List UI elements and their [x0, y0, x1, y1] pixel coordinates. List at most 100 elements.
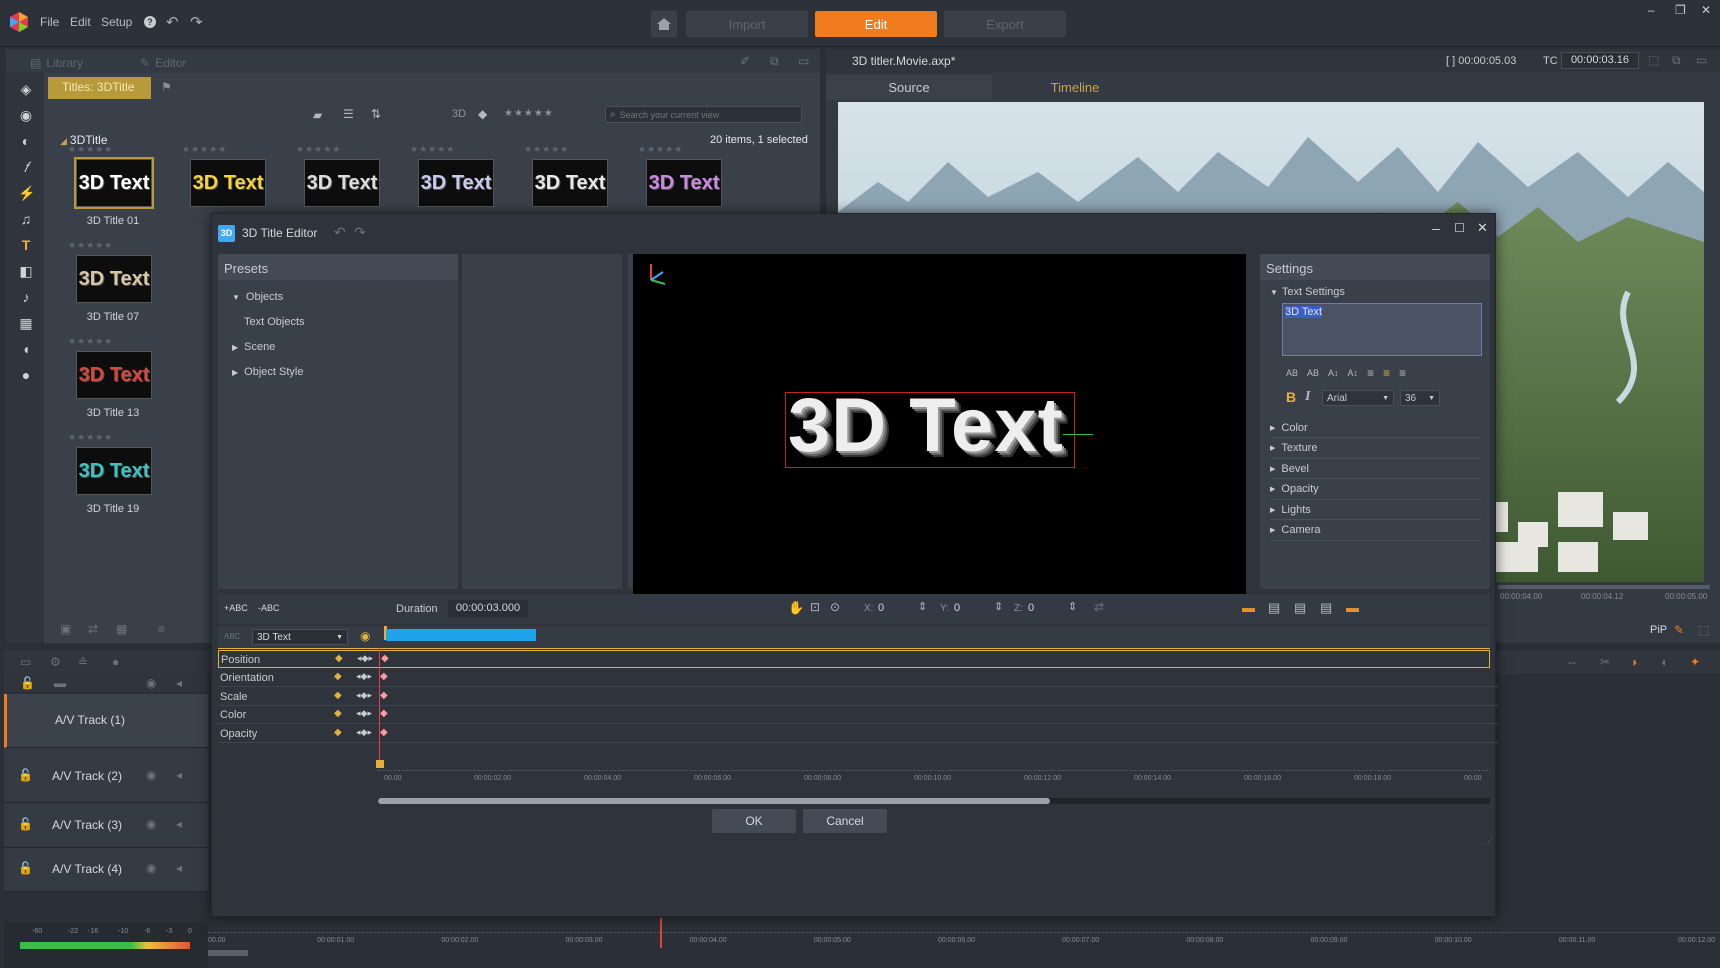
panel-menu-icon[interactable]: ▭ — [798, 54, 809, 68]
export-mode-button[interactable]: Export — [944, 11, 1066, 37]
effects-icon[interactable]: 𝑓 — [18, 159, 34, 175]
audio-icon[interactable]: ◖ — [18, 341, 34, 357]
y-stepper-icon[interactable]: ⇕ — [994, 600, 1003, 613]
timeline-tools-icon[interactable]: ≗ — [78, 655, 88, 669]
title-thumbnail[interactable]: ★★★★★ 3D Text 3D Title 13 — [68, 336, 158, 419]
settings-group-opacity[interactable]: ▶ Opacity — [1270, 480, 1482, 500]
layer-action-3-icon[interactable]: ▤ — [1294, 600, 1306, 616]
rating-stars[interactable]: ★★★★★ — [68, 144, 158, 155]
import-mode-button[interactable]: Import — [686, 11, 808, 37]
layer-select[interactable]: 3D Text ▼ — [252, 629, 348, 645]
track-list-icon[interactable]: ▬ — [54, 676, 66, 690]
keyframe-playhead[interactable] — [379, 648, 380, 760]
tag-icon[interactable]: ◆ — [478, 107, 487, 121]
align-center-icon[interactable]: ≡ — [1383, 366, 1390, 380]
track-mute-icon[interactable]: ◂ — [176, 861, 182, 875]
timecode-field[interactable]: 00:00:03.16 — [1561, 52, 1639, 69]
keyframe-marker-icon[interactable]: ◆ — [380, 708, 388, 719]
x-axis-handle[interactable] — [1063, 434, 1093, 435]
keyframe-marker-icon[interactable]: ◆ — [380, 690, 388, 701]
keyframe-scrollbar-track[interactable] — [378, 798, 1490, 804]
text-settings-section[interactable]: ▼ Text Settings — [1270, 286, 1345, 298]
magnet-icon[interactable]: ◑ — [1630, 655, 1637, 669]
duration-field[interactable]: 00:00:03.000 — [448, 600, 528, 617]
sound-effects-icon[interactable]: ♪ — [18, 289, 34, 305]
preset-object-style[interactable]: ▶ Object Style — [232, 366, 303, 378]
keyframe-scrollbar-thumb[interactable] — [378, 798, 1050, 804]
keyframe-marker-icon[interactable]: ◆ — [381, 653, 389, 664]
visibility-all-icon[interactable]: ◉ — [146, 676, 156, 690]
keyframe-row-scale[interactable]: Scale ◆ ◂◆▸ ◆ — [218, 688, 1498, 706]
z-stepper-icon[interactable]: ⇕ — [1068, 600, 1077, 613]
tab-library[interactable]: ▤ Library — [30, 53, 83, 73]
tab-source[interactable]: Source — [826, 75, 992, 100]
rating-stars[interactable]: ★★★★★ — [68, 336, 158, 347]
ok-button[interactable]: OK — [712, 809, 796, 833]
sort-icon[interactable]: ⇅ — [371, 107, 381, 121]
undo-icon[interactable]: ↶ — [166, 13, 179, 31]
track-mute-icon[interactable]: ◂ — [176, 768, 182, 782]
lock-all-icon[interactable]: 🔓 — [20, 676, 35, 690]
3d-preview-canvas[interactable]: 3D Text — [633, 254, 1246, 599]
lowercase-icon[interactable]: AB — [1307, 368, 1319, 378]
pip-label[interactable]: PiP — [1650, 624, 1667, 636]
z-value[interactable]: 0 — [1028, 602, 1034, 614]
add-text-button[interactable]: +ABC — [224, 603, 248, 613]
keyframe-diamond-icon[interactable]: ◆ — [334, 727, 342, 738]
rating-stars[interactable]: ★★★★★ — [296, 144, 380, 155]
layer-visibility-icon[interactable]: ◉ — [360, 629, 370, 643]
keyframe-diamond-icon[interactable]: ◆ — [334, 690, 342, 701]
reset-icon[interactable]: ⇄ — [1094, 600, 1104, 614]
keyframe-nav-icon[interactable]: ◂◆▸ — [356, 727, 372, 738]
title-thumbnail[interactable]: ★★★★★ 3D Text 3D Title 19 — [68, 432, 158, 515]
track-header-2[interactable]: 🔓 A/V Track (2) ◉ ◂ — [4, 748, 208, 803]
titles-icon[interactable]: T — [18, 237, 34, 253]
track-lock-icon[interactable]: 🔓 — [18, 817, 33, 831]
remove-text-button[interactable]: -ABC — [258, 603, 280, 613]
settings-group-bevel[interactable]: ▶ Bevel — [1270, 459, 1482, 479]
keyframe-nav-icon[interactable]: ◂◆▸ — [357, 653, 373, 664]
keyframe-ruler[interactable]: 00.00 00:00:02.00 00:00:04.00 00:00:06.00 00… — [378, 770, 1490, 784]
rating-stars[interactable]: ★★★★★ — [524, 144, 608, 155]
media-icon[interactable]: ◈ — [18, 81, 34, 97]
track-visibility-icon[interactable]: ◉ — [146, 817, 156, 831]
pan-hand-icon[interactable]: ✋ — [788, 600, 804, 616]
rating-stars[interactable]: ★★★★★ — [638, 144, 722, 155]
preset-text-objects[interactable]: Text Objects — [244, 316, 305, 328]
montage-icon[interactable]: ◧ — [18, 263, 34, 279]
keyframe-row-orientation[interactable]: Orientation ◆ ◂◆▸ ◆ — [218, 669, 1498, 687]
restore-icon[interactable]: ❐ — [1675, 3, 1686, 17]
rating-stars[interactable]: ★★★★★ — [410, 144, 494, 155]
focus-icon[interactable]: ⊙ — [830, 600, 840, 614]
main-scrollbar[interactable] — [208, 950, 248, 956]
settings-group-texture[interactable]: ▶ Texture — [1270, 439, 1482, 459]
title-thumbnail[interactable]: ★★★★★ 3D Text — [638, 144, 722, 207]
font-size-select[interactable]: 36 ▼ — [1400, 390, 1440, 406]
kerning-icon[interactable]: A↕ — [1328, 368, 1339, 378]
scrub-bar[interactable] — [1498, 585, 1710, 589]
dialog-undo-icon[interactable]: ↶ — [334, 224, 346, 241]
settings-group-camera[interactable]: ▶ Camera — [1270, 521, 1482, 541]
settings-icon[interactable]: ● — [18, 367, 34, 383]
text-input-value[interactable]: 3D Text — [1285, 306, 1323, 318]
resize-grip-icon[interactable]: ⋰ — [1484, 836, 1493, 847]
keyframe-nav-icon[interactable]: ◂◆▸ — [356, 671, 372, 682]
x-stepper-icon[interactable]: ⇕ — [918, 600, 927, 613]
collection-tab[interactable]: Titles: 3DTitle — [48, 77, 151, 99]
dialog-redo-icon[interactable]: ↷ — [354, 224, 366, 241]
bold-icon[interactable]: B — [1286, 389, 1296, 405]
rating-stars[interactable]: ★★★★★ — [68, 240, 158, 251]
search-input[interactable] — [619, 109, 790, 120]
layer-action-1-icon[interactable]: ▬ — [1242, 600, 1255, 615]
track-lock-icon[interactable]: 🔓 — [18, 861, 33, 875]
track-header-4[interactable]: 🔓 A/V Track (4) ◉ ◂ — [4, 848, 208, 892]
track-mute-icon[interactable]: ◂ — [176, 817, 182, 831]
rating-stars[interactable]: ★★★★★ — [182, 144, 266, 155]
view-menu-icon[interactable]: ≡ — [158, 622, 165, 636]
film-icon[interactable]: ▦ — [18, 315, 34, 331]
redo-icon[interactable]: ↷ — [190, 13, 203, 31]
list-view-icon[interactable]: ☰ — [343, 107, 354, 121]
ruler-playhead-marker[interactable] — [376, 760, 384, 768]
track-lock-icon[interactable]: 🔓 — [18, 768, 33, 782]
menu-edit[interactable]: Edit — [70, 15, 91, 29]
